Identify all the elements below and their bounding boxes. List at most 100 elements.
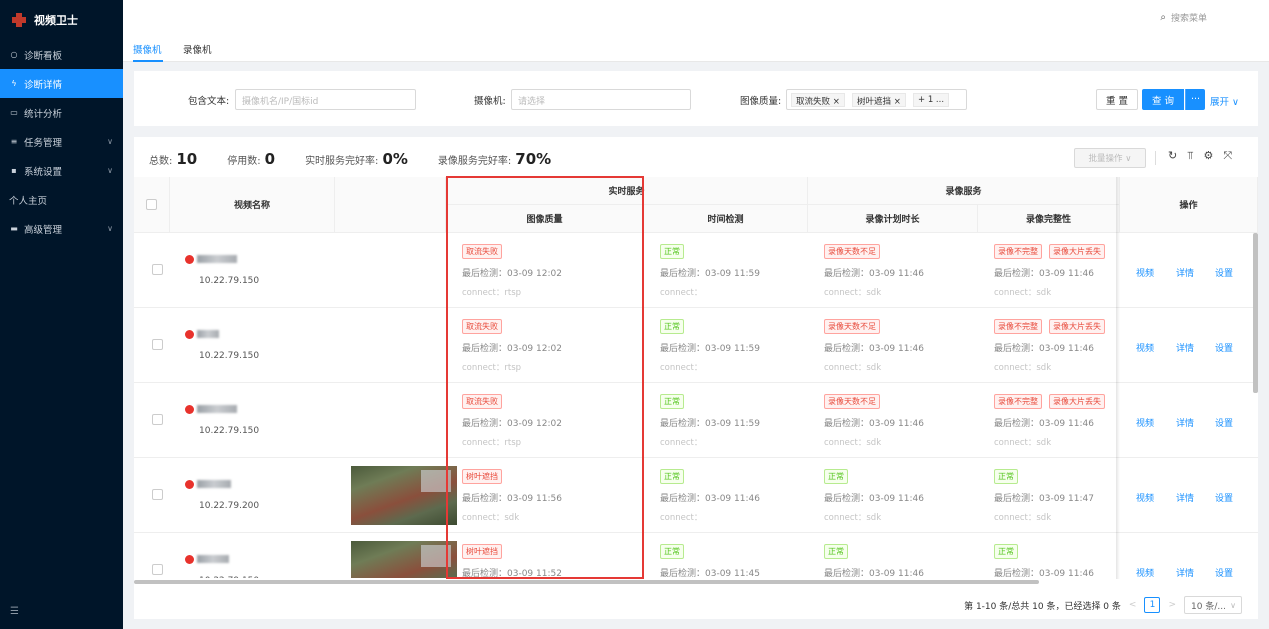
- column-record-plan[interactable]: 录像计划时长: [808, 205, 978, 233]
- settings-link[interactable]: 设置: [1215, 341, 1233, 354]
- connect-type: connect：sdk: [994, 363, 1052, 373]
- last-check-time: 最后检测：03-09 11:45: [660, 569, 760, 578]
- disabled-count: 0: [264, 150, 276, 168]
- detail-link[interactable]: 详情: [1176, 491, 1194, 504]
- column-time-check[interactable]: 时间检测: [644, 205, 808, 233]
- settings-link[interactable]: 设置: [1215, 566, 1233, 578]
- video-link[interactable]: 视频: [1136, 266, 1154, 279]
- total-count: 10: [176, 150, 198, 168]
- expand-filter-link[interactable]: 展开 ∨: [1210, 94, 1239, 108]
- density-icon[interactable]: ⫪: [1187, 149, 1193, 163]
- sidebar-item-2[interactable]: ▭ 统计分析: [0, 98, 123, 127]
- text-filter-input[interactable]: 摄像机名/IP/国标id: [235, 89, 416, 110]
- sidebar-item-6[interactable]: ▬ 高级管理 ∨: [0, 214, 123, 243]
- connect-type: connect：: [660, 438, 703, 448]
- query-button[interactable]: 查 询: [1142, 89, 1184, 110]
- device-name-blurred: [197, 405, 237, 413]
- page-size-select[interactable]: 10 条/... ∨: [1184, 596, 1242, 614]
- batch-operation-button[interactable]: 批量操作 ∨: [1074, 148, 1146, 168]
- next-page-button[interactable]: >: [1168, 600, 1176, 610]
- sidebar-item-3[interactable]: ≡ 任务管理 ∨: [0, 127, 123, 156]
- sidebar-item-label: 诊断看板: [24, 50, 63, 62]
- operations-cell: 视频 详情 设置: [1120, 458, 1258, 533]
- tab-camera[interactable]: 摄像机: [133, 42, 162, 56]
- operations-cell: 视频 详情 设置: [1120, 383, 1258, 458]
- status-tag: 正常: [824, 544, 848, 559]
- realtime-rate: 0%: [382, 150, 408, 168]
- app-logo[interactable]: 视频卫士: [0, 0, 123, 40]
- last-check-time: 最后检测：03-09 11:59: [660, 269, 760, 279]
- pagination: 第 1-10 条/总共 10 条，已经选择 0 条 < 1 > 10 条/...…: [964, 596, 1242, 614]
- menu-search[interactable]: ⌕ 搜索菜单: [1160, 11, 1207, 24]
- connect-type: connect：: [660, 363, 703, 373]
- status-tag: 录像大片丢失: [1049, 244, 1105, 259]
- video-link[interactable]: 视频: [1136, 341, 1154, 354]
- last-check-time: 最后检测：03-09 11:59: [660, 344, 760, 354]
- video-thumbnail[interactable]: [351, 466, 457, 525]
- pulse-icon: ϟ: [11, 79, 17, 88]
- page-number[interactable]: 1: [1144, 597, 1161, 613]
- quality-select[interactable]: 取流失败 × 树叶遮挡 × + 1 ...: [786, 89, 967, 110]
- sidebar-item-4[interactable]: ▪ 系统设置 ∨: [0, 156, 123, 185]
- last-check-time: 最后检测：03-09 11:46: [824, 419, 924, 429]
- record-integrity-cell: 录像不完整 录像大片丢失 最后检测：03-09 11:46 connect：sdk: [978, 233, 1120, 308]
- column-record-integrity[interactable]: 录像完整性: [978, 205, 1120, 233]
- thumbnail-cell: [335, 533, 457, 578]
- record-plan-cell: 录像天数不足 最后检测：03-09 11:46 connect：sdk: [808, 383, 978, 458]
- device-ip: 10.22.79.150: [199, 576, 259, 578]
- quality-tag-more[interactable]: + 1 ...: [913, 93, 950, 107]
- connect-type: connect：sdk: [994, 438, 1052, 448]
- camera-select[interactable]: 请选择: [511, 89, 691, 110]
- video-link[interactable]: 视频: [1136, 491, 1154, 504]
- camera-status-icon: [185, 480, 194, 489]
- vertical-scrollbar[interactable]: [1253, 233, 1258, 393]
- select-all-checkbox[interactable]: [146, 199, 157, 210]
- video-link[interactable]: 视频: [1136, 566, 1154, 578]
- status-tag: 正常: [660, 394, 684, 409]
- connect-type: connect：sdk: [824, 288, 882, 298]
- table-row: 10.22.79.150 取流失败 最后检测：03-09 12:02 connect：…: [134, 233, 1258, 308]
- settings-link[interactable]: 设置: [1215, 491, 1233, 504]
- sidebar-item-label: 个人主页: [9, 195, 48, 207]
- table-body: 10.22.79.150 取流失败 最后检测：03-09 12:02 connect：…: [134, 233, 1258, 578]
- record-plan-cell: 正常 最后检测：03-09 11:46 connect：sdk: [808, 458, 978, 533]
- device-name-blurred: [197, 255, 237, 263]
- reset-button[interactable]: 重 置: [1096, 89, 1138, 110]
- video-thumbnail[interactable]: [351, 541, 457, 578]
- gear-icon[interactable]: ⚙: [1203, 149, 1213, 163]
- horizontal-scrollbar[interactable]: [134, 580, 1039, 584]
- more-options-button[interactable]: ···: [1185, 89, 1205, 110]
- video-link[interactable]: 视频: [1136, 416, 1154, 429]
- fullscreen-icon[interactable]: ⤧: [1223, 149, 1232, 163]
- device-ip: 10.22.79.150: [199, 426, 260, 436]
- settings-link[interactable]: 设置: [1215, 416, 1233, 429]
- time-check-cell: 正常 最后检测：03-09 11:59 connect：: [644, 233, 808, 308]
- detail-link[interactable]: 详情: [1176, 566, 1194, 578]
- sidebar-item-0[interactable]: ○ 诊断看板: [0, 40, 123, 69]
- last-check-time: 最后检测：03-09 11:46: [824, 494, 924, 504]
- settings-link[interactable]: 设置: [1215, 266, 1233, 279]
- search-icon: ⌕: [1160, 12, 1166, 23]
- last-check-time: 最后检测：03-09 11:46: [994, 569, 1094, 578]
- collapse-sidebar-icon[interactable]: ☰: [10, 606, 19, 617]
- status-tag: 正常: [660, 544, 684, 559]
- detail-link[interactable]: 详情: [1176, 341, 1194, 354]
- sidebar-item-1[interactable]: ϟ 诊断详情: [0, 69, 123, 98]
- thumbnail-cell: [335, 458, 457, 533]
- connect-type: connect：: [660, 513, 703, 523]
- tab-recorder[interactable]: 录像机: [183, 42, 212, 56]
- quality-tag[interactable]: 树叶遮挡 ×: [852, 93, 906, 107]
- circle-icon: ○: [10, 50, 18, 59]
- quality-tag[interactable]: 取流失败 ×: [791, 93, 845, 107]
- table-row: 10.22.79.150 取流失败 最后检测：03-09 12:02 connect：…: [134, 308, 1258, 383]
- sidebar-item-5[interactable]: 个人主页: [0, 185, 123, 214]
- detail-link[interactable]: 详情: [1176, 416, 1194, 429]
- refresh-icon[interactable]: ↻: [1168, 149, 1177, 163]
- prev-page-button[interactable]: <: [1129, 600, 1137, 610]
- column-video-name[interactable]: 视频名称: [170, 177, 335, 233]
- last-check-time: 最后检测：03-09 11:46: [994, 344, 1094, 354]
- device-ip: 10.22.79.200: [199, 501, 260, 511]
- detail-link[interactable]: 详情: [1176, 266, 1194, 279]
- last-check-time: 最后检测：03-09 11:46: [824, 269, 924, 279]
- sidebar-item-label: 统计分析: [24, 108, 63, 120]
